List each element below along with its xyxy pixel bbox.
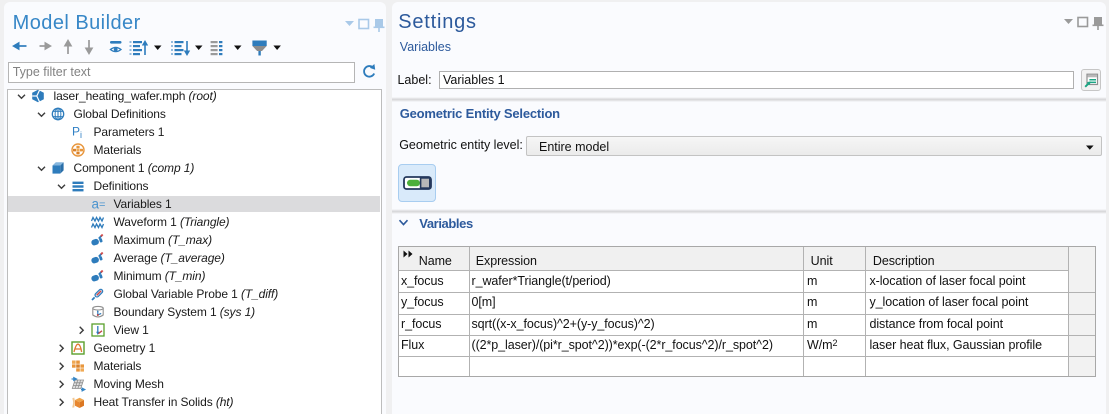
svg-text:P: P: [72, 125, 80, 139]
svg-text:i: i: [80, 130, 82, 140]
svg-text:=: =: [99, 199, 105, 211]
